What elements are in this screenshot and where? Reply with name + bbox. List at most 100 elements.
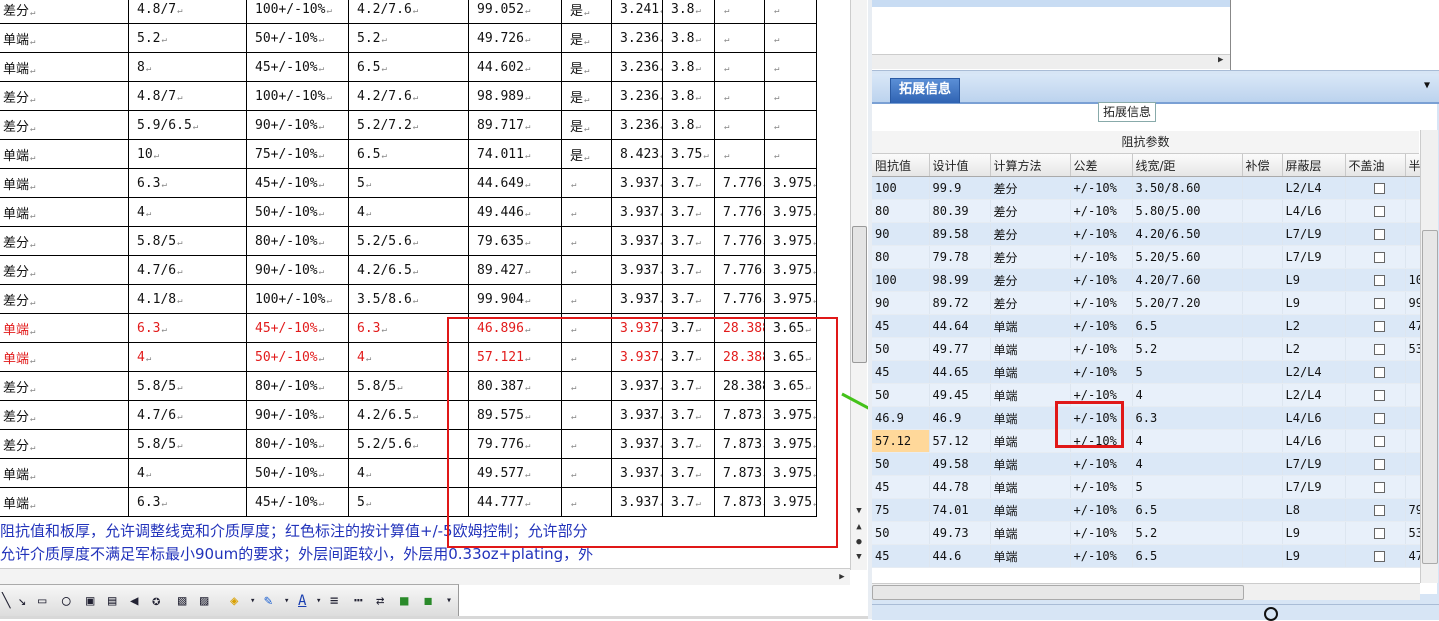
grid-cell[interactable] (1242, 314, 1283, 338)
grid-cell[interactable]: 100 (872, 268, 930, 292)
grid-cell[interactable]: L4/L6 (1282, 429, 1346, 453)
grid-cell[interactable]: 差分 (990, 245, 1071, 269)
arrow-style-icon[interactable]: ⇄ (376, 593, 384, 609)
doc-cell[interactable]: 是↵ (561, 110, 612, 140)
doc-cell[interactable]: 45+/-10%↵ (246, 52, 349, 82)
doc-cell[interactable]: 90+/-10%↵ (246, 400, 349, 430)
doc-cell[interactable]: 是↵ (561, 0, 612, 24)
doc-cell[interactable]: 5.9/6.5↵ (128, 110, 247, 140)
checkbox[interactable] (1373, 436, 1385, 447)
doc-cell[interactable]: 8.423↵ (611, 139, 663, 169)
grid-row[interactable]: 5049.77单端+/-10%5.2 L2 53 (872, 337, 1421, 361)
grid-cell[interactable] (1242, 245, 1283, 269)
picture-icon[interactable]: ▨ (200, 593, 208, 609)
grid-column-header[interactable]: 屏蔽层 (1282, 154, 1346, 177)
select-browse-icon[interactable]: ● (852, 536, 866, 548)
grid-cell[interactable] (1242, 406, 1283, 430)
doc-cell[interactable]: 单端↵ (0, 52, 129, 82)
grid-cell[interactable]: +/-10% (1070, 245, 1133, 269)
doc-cell[interactable]: 差分↵ (0, 371, 129, 401)
grid-row[interactable]: 50 49.45 单端 +/-10% 4 L2/L4 (872, 383, 1421, 407)
doc-cell[interactable]: 差分↵ (0, 284, 129, 314)
grid-cell[interactable]: 45 (872, 475, 930, 499)
doc-cell[interactable]: 89.717↵ (468, 110, 562, 140)
grid-cell[interactable]: 80 (872, 245, 930, 269)
grid-cell[interactable]: 53 (1405, 521, 1421, 545)
doc-cell[interactable]: 3.937↵ (611, 255, 663, 285)
grid-row[interactable]: 46.9 46.9 单端 +/-10% 6.3 L4/L6 (872, 406, 1421, 430)
doc-cell[interactable]: 3.5/8.6↵ (348, 284, 469, 314)
grid-cell[interactable]: +/-10% (1070, 199, 1133, 223)
grid-cell[interactable]: 44.65 (929, 360, 991, 384)
doc-cell[interactable]: 3.975↵ (764, 168, 817, 198)
doc-cell[interactable]: 99.904↵ (468, 284, 562, 314)
grid-cell[interactable]: 单端 (990, 498, 1071, 522)
grid-cell[interactable]: 5.20/5.60 (1132, 245, 1243, 269)
grid-row[interactable]: 90 89.58 差分 +/-10% 4.20/6.50 L7/L9 (872, 222, 1421, 246)
checkbox[interactable] (1373, 206, 1385, 217)
grid-horizontal-scrollbar[interactable] (872, 583, 1420, 600)
grid-cell[interactable]: 4.20/6.50 (1132, 222, 1243, 246)
grid-cell[interactable]: 53 (1405, 337, 1421, 361)
grid-cell[interactable]: 50 (872, 521, 930, 545)
doc-cell[interactable]: 4↵ (128, 342, 247, 372)
grid-cell[interactable]: +/-10% (1070, 475, 1133, 499)
doc-cell[interactable]: 3.236↵ (611, 110, 663, 140)
grid-cell[interactable]: 5 (1132, 360, 1243, 384)
doc-cell[interactable]: 80+/-10%↵ (246, 429, 349, 459)
doc-cell[interactable]: 90+/-10%↵ (246, 255, 349, 285)
doc-cell[interactable]: 4.7/6↵ (128, 400, 247, 430)
grid-cell[interactable]: 4 (1132, 383, 1243, 407)
grid-row[interactable]: 50 49.58 单端 +/-10% 4 L7/L9 (872, 452, 1421, 476)
grid-column-header[interactable]: 阻抗值 (872, 154, 930, 177)
checkbox[interactable] (1373, 252, 1385, 263)
grid-row[interactable]: 9089.72差分+/-10%5.20/7.20 L9 99 (872, 291, 1421, 315)
doc-cell[interactable]: 7.776↵ (714, 284, 765, 314)
grid-cell[interactable]: L2/L4 (1282, 360, 1346, 384)
grid-cell[interactable] (1242, 360, 1283, 384)
doc-cell[interactable]: 50+/-10%↵ (246, 342, 349, 372)
grid-cell[interactable]: 45 (872, 314, 930, 338)
doc-cell[interactable]: 44.602↵ (468, 52, 562, 82)
grid-cell[interactable]: 44.6 (929, 544, 991, 568)
grid-cell[interactable] (1242, 176, 1283, 200)
arrow-tool-icon[interactable]: ↘ (18, 593, 26, 609)
grid-cell[interactable]: 6.5 (1132, 314, 1243, 338)
grid-cell[interactable] (1242, 452, 1283, 476)
grid-cell[interactable]: L2/L4 (1282, 383, 1346, 407)
doc-cell[interactable]: 89.427↵ (468, 255, 562, 285)
doc-cell[interactable]: 6.3↵ (128, 313, 247, 343)
doc-cell[interactable]: 3.937↵ (611, 168, 663, 198)
doc-cell[interactable]: 45+/-10%↵ (246, 313, 349, 343)
grid-cell[interactable] (1405, 383, 1421, 407)
grid-cell[interactable]: 50 (872, 383, 930, 407)
doc-cell[interactable]: ↵ (561, 255, 612, 285)
clipart-icon[interactable]: ▧ (178, 593, 186, 609)
grid-cell[interactable] (1405, 452, 1421, 476)
doc-cell[interactable]: 5↵ (348, 168, 469, 198)
doc-cell[interactable]: 79.635↵ (468, 226, 562, 256)
tab-extended-info[interactable]: 拓展信息 (890, 78, 961, 103)
checkbox[interactable] (1373, 321, 1385, 332)
doc-cell[interactable]: 3.975↵ (764, 255, 817, 285)
doc-cell[interactable]: 3.975↵ (764, 284, 817, 314)
line-color-icon[interactable]: ✎ (264, 593, 272, 609)
fill-dropdown-icon[interactable]: ▾ (250, 593, 255, 609)
line-color-dropdown-icon[interactable]: ▾ (284, 593, 289, 609)
doc-cell[interactable]: 3.7↵ (662, 168, 715, 198)
grid-cell[interactable]: L2 (1282, 337, 1346, 361)
doc-vertical-scrollbar[interactable]: ▼ ▲ ● ▼ (850, 0, 867, 570)
doc-cell[interactable]: 3.236↵ (611, 52, 663, 82)
next-page-icon[interactable]: ▼ (852, 551, 866, 563)
doc-cell[interactable]: 5.8/5↵ (128, 226, 247, 256)
doc-cell[interactable]: ↵ (714, 81, 765, 111)
grid-cell[interactable]: +/-10% (1070, 521, 1133, 545)
grid-cell[interactable] (1242, 383, 1283, 407)
doc-cell[interactable]: 6.5↵ (348, 139, 469, 169)
grid-row[interactable]: 80 79.78 差分 +/-10% 5.20/5.60 L7/L9 (872, 245, 1421, 269)
oval-tool-icon[interactable]: ◯ (62, 593, 70, 609)
grid-cell[interactable]: L4/L6 (1282, 406, 1346, 430)
grid-cell[interactable]: 89.72 (929, 291, 991, 315)
doc-cell[interactable]: ↵ (561, 226, 612, 256)
doc-cell[interactable]: 差分↵ (0, 0, 129, 24)
